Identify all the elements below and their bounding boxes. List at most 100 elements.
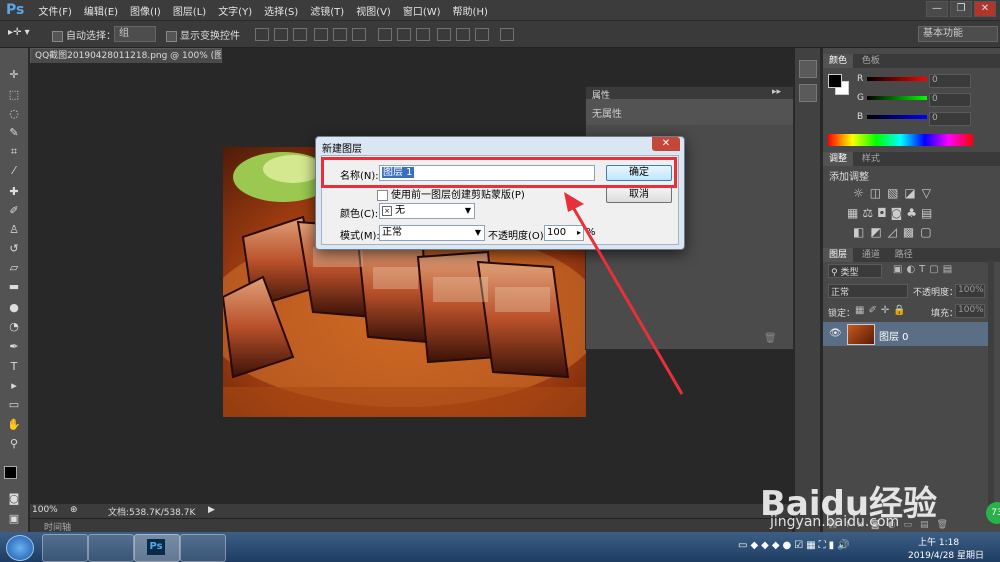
fill-input[interactable]: 100% [955, 304, 985, 318]
rectangle-tool-icon[interactable]: ▭ [6, 398, 22, 412]
tab-paths[interactable]: 路径 [889, 248, 919, 262]
clock-time[interactable]: 上午 1:18 [918, 535, 959, 548]
align-hcenter-icon[interactable] [333, 28, 347, 41]
opacity-input[interactable]: 100% [955, 284, 985, 298]
menu-window[interactable]: 窗口(W) [397, 3, 447, 18]
hand-tool-icon[interactable]: ✋ [6, 418, 22, 432]
type-tool-icon[interactable]: T [6, 360, 22, 374]
fg-color-swatch[interactable] [828, 74, 842, 88]
distribute-left-icon[interactable] [437, 28, 451, 41]
layer-row[interactable]: 👁 图层 0 [823, 322, 988, 346]
g-slider[interactable] [867, 96, 927, 100]
mode-select[interactable]: 正常 ▼ [379, 225, 485, 241]
foreground-color-swatch[interactable] [4, 466, 17, 479]
tab-swatches[interactable]: 色板 [856, 54, 886, 68]
quick-mask-icon[interactable]: ◙ [6, 492, 22, 506]
close-button[interactable]: ✕ [974, 1, 996, 17]
tab-layers[interactable]: 图层 [823, 248, 854, 262]
tab-styles[interactable]: 样式 [856, 152, 886, 166]
screen-mode-icon[interactable]: ▣ [6, 512, 22, 526]
start-button[interactable] [6, 535, 34, 561]
auto-select-checkbox[interactable]: 自动选择： [52, 27, 116, 42]
path-select-icon[interactable]: ▸ [6, 379, 22, 393]
lock-icons[interactable]: ▦✐✛🔒 [855, 305, 910, 316]
zoom-level[interactable]: 100% [32, 505, 58, 515]
adjustment-icons-row-2[interactable]: ▦⚖◘◙♣▤ [847, 206, 936, 220]
healing-brush-icon[interactable]: ✚ [6, 185, 22, 199]
menu-filter[interactable]: 滤镜(T) [304, 3, 350, 18]
eraser-tool-icon[interactable]: ▱ [6, 261, 22, 275]
visibility-eye-icon[interactable]: 👁 [829, 328, 842, 339]
distribute-right-icon[interactable] [475, 28, 489, 41]
gradient-tool-icon[interactable]: ▬ [6, 280, 22, 294]
minimize-button[interactable]: — [926, 1, 948, 17]
properties-icon[interactable] [799, 84, 817, 102]
lasso-tool-icon[interactable]: ◌ [6, 107, 22, 121]
align-vcenter-icon[interactable] [274, 28, 288, 41]
align-right-icon[interactable] [352, 28, 366, 41]
menu-view[interactable]: 视图(V) [350, 3, 397, 18]
taskbar-ie-icon[interactable] [88, 534, 134, 562]
trash-icon[interactable]: 🗑 [764, 333, 777, 344]
show-transform-checkbox[interactable]: 显示变换控件 [166, 27, 240, 42]
blend-mode-select[interactable]: 正常 [828, 284, 908, 298]
dialog-close-button[interactable]: ✕ [652, 137, 680, 151]
menu-image[interactable]: 图像(I) [124, 3, 167, 18]
tab-channels[interactable]: 通道 [856, 248, 886, 262]
color-spectrum[interactable] [828, 134, 973, 146]
layer-filter-select[interactable]: ⚲ 类型 [828, 264, 882, 278]
move-tool-icon[interactable]: ▸✛ ▾ [8, 27, 30, 38]
align-top-icon[interactable] [255, 28, 269, 41]
layer-filter-icons[interactable]: ▣◐T▢▤ [893, 264, 956, 275]
taskbar-app-orbit[interactable] [42, 534, 88, 562]
marquee-tool-icon[interactable]: ⬚ [6, 88, 22, 102]
zoom-tool-icon[interactable]: ⚲ [6, 437, 22, 451]
distribute-bottom-icon[interactable] [416, 28, 430, 41]
layer-name[interactable]: 图层 0 [879, 328, 909, 343]
g-value[interactable]: 0 [929, 93, 971, 107]
menu-select[interactable]: 选择(S) [258, 3, 304, 18]
blur-tool-icon[interactable]: ● [6, 301, 22, 315]
menu-help[interactable]: 帮助(H) [447, 3, 494, 18]
b-value[interactable]: 0 [929, 112, 971, 126]
align-left-icon[interactable] [314, 28, 328, 41]
menu-type[interactable]: 文字(Y) [212, 3, 258, 18]
adjustment-icons-row-3[interactable]: ◧◩◿▩▢ [853, 225, 938, 239]
history-icon[interactable] [799, 60, 817, 78]
clock-date[interactable]: 2019/4/28 星期日 [908, 548, 984, 561]
brush-tool-icon[interactable]: ✐ [6, 204, 22, 218]
auto-select-dropdown[interactable]: 组 [114, 26, 156, 42]
crop-tool-icon[interactable]: ⌗ [6, 145, 22, 159]
move-tool-icon[interactable]: ✛ [6, 68, 22, 82]
r-slider[interactable] [867, 77, 927, 81]
r-value[interactable]: 0 [929, 74, 971, 88]
adjustment-icons-row-1[interactable]: ☼◫▧◪▽ [853, 186, 937, 200]
distribute-top-icon[interactable] [378, 28, 392, 41]
restore-button[interactable]: ❐ [950, 1, 972, 17]
b-slider[interactable] [867, 115, 927, 119]
distribute-vcenter-icon[interactable] [397, 28, 411, 41]
quick-select-tool-icon[interactable]: ✎ [6, 126, 22, 140]
color-select[interactable]: × 无 ▼ [379, 203, 475, 219]
menu-file[interactable]: 文件(F) [32, 3, 78, 18]
pen-tool-icon[interactable]: ✒ [6, 340, 22, 354]
system-tray-icons[interactable]: ▭◆◆◆●☑▦⛶▮🔊 [738, 540, 853, 551]
distribute-hcenter-icon[interactable] [456, 28, 470, 41]
status-menu-arrow-icon[interactable]: ▶ [208, 505, 215, 515]
menu-layer[interactable]: 图层(L) [167, 3, 212, 18]
layers-scrollbar[interactable] [988, 260, 994, 520]
panel-collapse-icon[interactable]: ▸▸ [772, 87, 781, 97]
dodge-tool-icon[interactable]: ◔ [6, 320, 22, 334]
document-tab[interactable]: QQ截图20190428011218.png @ 100% (图层 0, RGB… [30, 48, 222, 63]
align-bottom-icon[interactable] [293, 28, 307, 41]
workspace-select[interactable]: 基本功能 [918, 26, 998, 42]
auto-align-icon[interactable] [500, 28, 514, 41]
taskbar-wechat-icon[interactable] [180, 534, 226, 562]
clone-stamp-icon[interactable]: ♙ [6, 223, 22, 237]
tab-color[interactable]: 颜色 [823, 54, 854, 68]
history-brush-icon[interactable]: ↺ [6, 242, 22, 256]
clipping-mask-checkbox[interactable]: 使用前一图层创建剪贴蒙版(P) [377, 186, 525, 201]
menu-edit[interactable]: 编辑(E) [78, 3, 124, 18]
eyedropper-tool-icon[interactable]: ⁄ [6, 164, 22, 178]
taskbar-photoshop[interactable]: Ps [134, 534, 180, 562]
